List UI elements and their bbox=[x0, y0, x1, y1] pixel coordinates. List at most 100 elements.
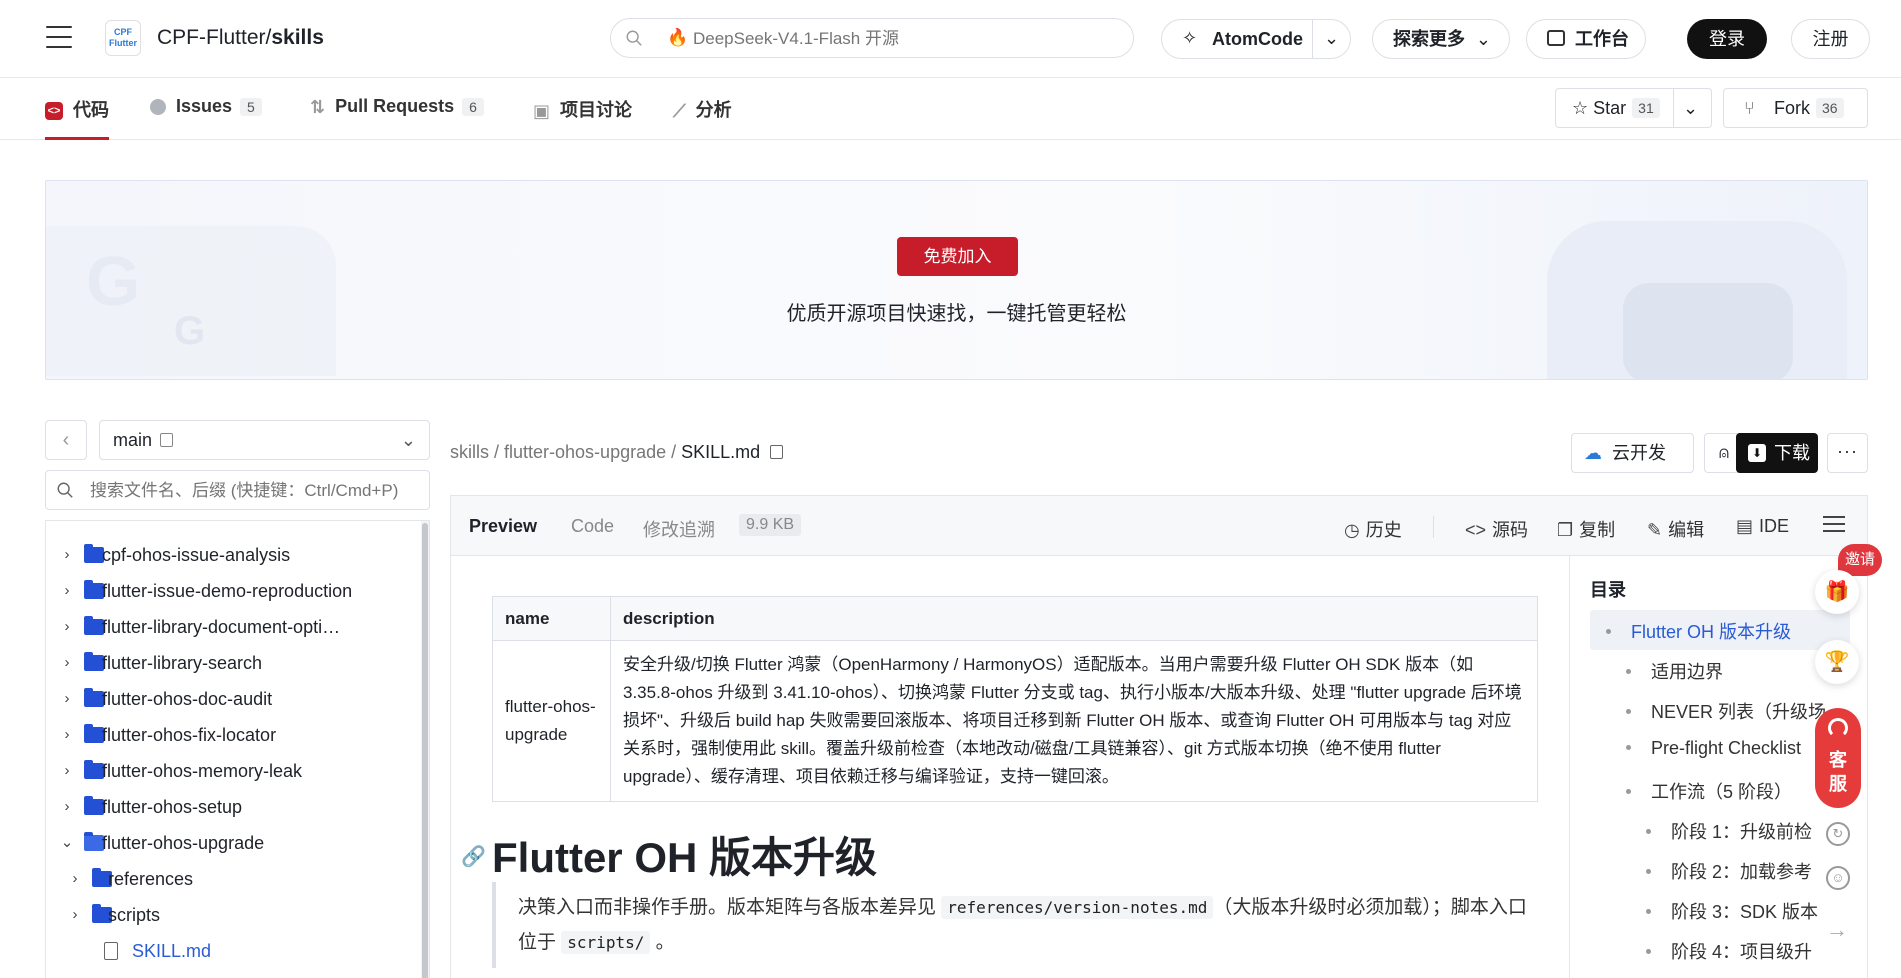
global-search[interactable]: 🔥 bbox=[610, 18, 1134, 58]
toc-item[interactable]: 阶段 3：SDK 版本 bbox=[1646, 898, 1818, 924]
chevron-right-icon[interactable]: › bbox=[60, 573, 74, 609]
smile-icon[interactable]: ☺ bbox=[1826, 866, 1850, 890]
chevron-down-icon[interactable]: ⌄ bbox=[1324, 28, 1339, 49]
headset-icon bbox=[1828, 718, 1848, 738]
chevron-right-icon[interactable]: › bbox=[68, 861, 82, 897]
org-logo[interactable]: CPF Flutter bbox=[105, 20, 141, 56]
tab-pull-requests[interactable]: ⇅ Pull Requests 6 bbox=[310, 96, 484, 140]
branch-name: main bbox=[113, 430, 153, 450]
global-search-input[interactable] bbox=[693, 26, 1113, 52]
toc-item[interactable]: 阶段 2：加载参考 bbox=[1646, 858, 1812, 884]
robot-icon: ⍝ bbox=[1718, 443, 1730, 462]
atomcode-button[interactable]: AtomCode bbox=[1162, 20, 1312, 58]
tree-item[interactable]: ⌄ flutter-ohos-upgrade bbox=[46, 825, 416, 861]
toc-toggle-icon[interactable] bbox=[1823, 516, 1845, 534]
toc-item[interactable]: 适用边界 bbox=[1626, 658, 1723, 684]
toc-item[interactable]: NEVER 列表（升级场 bbox=[1626, 698, 1826, 724]
chevron-right-icon[interactable]: › bbox=[60, 789, 74, 825]
register-button[interactable]: 注册 bbox=[1791, 19, 1870, 59]
tree-item[interactable]: › flutter-ohos-doc-audit bbox=[46, 681, 416, 717]
collapse-sidebar-button[interactable]: ‹ bbox=[45, 420, 87, 460]
toc-item[interactable]: Pre-flight Checklist bbox=[1626, 738, 1801, 759]
file-search-input[interactable] bbox=[90, 479, 420, 503]
chevron-right-icon[interactable]: › bbox=[60, 717, 74, 753]
refresh-icon[interactable]: ↻ bbox=[1826, 822, 1850, 846]
search-icon bbox=[626, 30, 642, 46]
tree-item[interactable]: › flutter-library-document-opti… bbox=[46, 609, 416, 645]
gift-icon[interactable]: 🎁 bbox=[1815, 570, 1859, 614]
chevron-left-icon: ‹ bbox=[62, 429, 70, 451]
tree-item[interactable]: › cpf-ohos-issue-analysis bbox=[46, 537, 416, 573]
copy-button[interactable]: ❐ 复制 bbox=[1557, 516, 1615, 542]
tree-item[interactable]: › flutter-ohos-memory-leak bbox=[46, 753, 416, 789]
tab-discussions[interactable]: ▣ 项目讨论 bbox=[533, 96, 632, 140]
chevron-right-icon[interactable]: › bbox=[60, 537, 74, 573]
chevron-down-icon: ⌄ bbox=[1475, 29, 1491, 49]
pr-count: 6 bbox=[462, 98, 484, 116]
repo-name[interactable]: skills bbox=[271, 26, 324, 49]
chart-icon: ⟋ bbox=[673, 100, 686, 121]
chevron-down-icon[interactable]: ⌄ bbox=[1683, 89, 1698, 127]
customer-service-button[interactable]: 客服 bbox=[1815, 708, 1861, 808]
table-row: flutter-ohos-upgrade 安全升级/切换 Flutter 鸿蒙（… bbox=[492, 640, 1538, 802]
copy-icon[interactable] bbox=[770, 445, 784, 459]
cloud-icon: ☁ bbox=[1584, 443, 1602, 463]
toc-item[interactable]: 阶段 4：项目级升 bbox=[1646, 938, 1812, 964]
source-button[interactable]: <> 源码 bbox=[1465, 516, 1528, 542]
tree-item[interactable]: › references bbox=[46, 861, 416, 897]
toc-item[interactable]: 工作流（5 阶段） bbox=[1626, 778, 1792, 804]
tree-item[interactable]: › scripts bbox=[46, 897, 416, 933]
repo-path[interactable]: CPF-Flutter/skills bbox=[157, 26, 324, 50]
download-button[interactable]: ⬇ 下载 bbox=[1736, 433, 1818, 473]
tree-item[interactable]: SKILL.md bbox=[46, 933, 416, 969]
cloud-dev-button[interactable]: ☁ 云开发 bbox=[1571, 433, 1694, 473]
chevron-down-icon[interactable]: ⌄ bbox=[60, 825, 74, 861]
breadcrumb-folder[interactable]: flutter-ohos-upgrade bbox=[504, 442, 666, 462]
arrow-right-icon[interactable]: → bbox=[1826, 917, 1848, 943]
chevron-right-icon[interactable]: › bbox=[60, 681, 74, 717]
file-size-badge: 9.9 KB bbox=[739, 514, 802, 536]
tree-item[interactable]: › flutter-ohos-setup bbox=[46, 789, 416, 825]
folder-open-icon bbox=[84, 832, 104, 851]
tab-code-view[interactable]: Code bbox=[571, 516, 614, 537]
ide-button[interactable]: ▤ IDE bbox=[1736, 516, 1789, 537]
login-button[interactable]: 登录 bbox=[1687, 19, 1767, 59]
file-search[interactable] bbox=[45, 470, 430, 510]
toc-item[interactable]: 阶段 1：升级前检 bbox=[1646, 818, 1812, 844]
breadcrumb-root[interactable]: skills bbox=[450, 442, 489, 462]
copy-icon[interactable] bbox=[160, 433, 174, 447]
chevron-right-icon[interactable]: › bbox=[68, 897, 82, 933]
toc-item[interactable]: Flutter OH 版本升级 bbox=[1606, 618, 1791, 644]
chevron-right-icon[interactable]: › bbox=[60, 609, 74, 645]
fork-button[interactable]: ⑂ Fork 36 bbox=[1723, 88, 1868, 128]
link-icon[interactable]: 🔗 bbox=[461, 844, 486, 869]
free-join-button[interactable]: 免费加入 bbox=[897, 237, 1018, 276]
chevron-right-icon[interactable]: › bbox=[60, 753, 74, 789]
tab-code[interactable]: <> 代码 bbox=[45, 96, 109, 140]
trophy-icon[interactable]: 🏆 bbox=[1815, 640, 1859, 684]
folder-icon bbox=[84, 724, 104, 743]
workbench-button[interactable]: 工作台 bbox=[1526, 19, 1646, 59]
tree-item[interactable]: › flutter-issue-demo-reproduction bbox=[46, 573, 416, 609]
repo-owner[interactable]: CPF-Flutter/ bbox=[157, 26, 271, 49]
tree-item[interactable]: › flutter-library-search bbox=[46, 645, 416, 681]
tree-scrollbar[interactable] bbox=[421, 521, 429, 978]
atomcode-button-group: ✧ AtomCode ⌄ bbox=[1161, 19, 1351, 59]
markdown-preview: name description flutter-ohos-upgrade 安全… bbox=[451, 556, 1571, 978]
file-tree: › cpf-ohos-issue-analysis › flutter-issu… bbox=[45, 520, 430, 978]
branch-selector[interactable]: main ⌄ bbox=[99, 420, 430, 460]
star-count: 31 bbox=[1632, 98, 1660, 118]
tab-preview[interactable]: Preview bbox=[469, 516, 537, 537]
tab-issues[interactable]: Issues 5 bbox=[150, 96, 262, 140]
history-button[interactable]: ◷ 历史 bbox=[1344, 516, 1402, 542]
star-button[interactable]: ☆ Star 31 bbox=[1572, 89, 1660, 127]
edit-button[interactable]: ✎ 编辑 bbox=[1647, 516, 1704, 542]
menu-icon[interactable] bbox=[46, 26, 72, 50]
explore-more-button[interactable]: 探索更多 ⌄ bbox=[1372, 19, 1510, 59]
toc-title: 目录 bbox=[1590, 580, 1626, 600]
more-options-button[interactable]: ··· bbox=[1827, 433, 1868, 473]
tree-item[interactable]: › flutter-ohos-fix-locator bbox=[46, 717, 416, 753]
chevron-right-icon[interactable]: › bbox=[60, 645, 74, 681]
tab-analysis[interactable]: ⟋ 分析 bbox=[673, 96, 732, 140]
tab-blame[interactable]: 修改追溯 bbox=[643, 516, 715, 542]
